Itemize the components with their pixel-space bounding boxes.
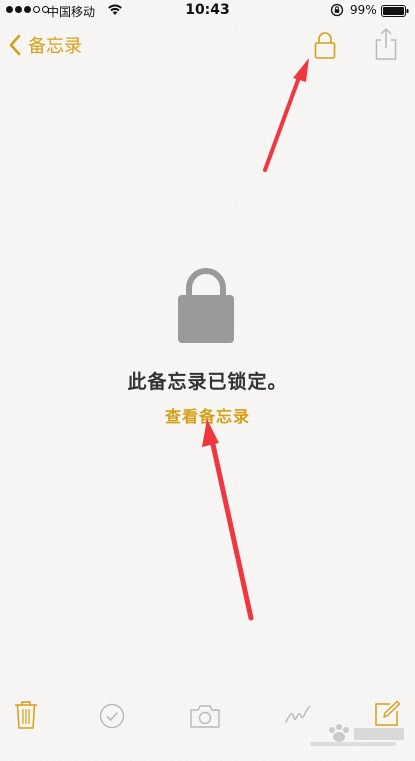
locked-note-lock-icon [178, 268, 234, 343]
camera-icon[interactable] [189, 703, 221, 729]
navigation-bar: 备忘录 [0, 22, 415, 70]
orientation-lock-icon [330, 3, 344, 17]
annotation-arrow-view [202, 419, 254, 621]
battery-icon [381, 5, 409, 17]
trash-icon[interactable] [14, 700, 38, 730]
view-note-button[interactable]: 查看备忘录 [0, 403, 415, 427]
share-icon[interactable] [372, 27, 400, 61]
locked-message: 此备忘录已锁定。 [127, 371, 288, 393]
back-button[interactable]: 备忘录 [8, 30, 82, 60]
watermark-logo [310, 724, 404, 746]
annotation-arrow-lock [263, 58, 309, 172]
status-bar: 中国移动 10:43 99% [0, 0, 415, 22]
locked-note-screen: 中国移动 10:43 99% 备忘录 此备忘录已锁定。 查看备忘录 [0, 0, 415, 761]
checklist-icon[interactable] [99, 703, 125, 729]
chevron-left-icon [9, 34, 21, 56]
lock-icon[interactable] [311, 30, 339, 60]
back-button-label: 备忘录 [28, 36, 82, 57]
battery-percentage: 99% [350, 3, 377, 17]
